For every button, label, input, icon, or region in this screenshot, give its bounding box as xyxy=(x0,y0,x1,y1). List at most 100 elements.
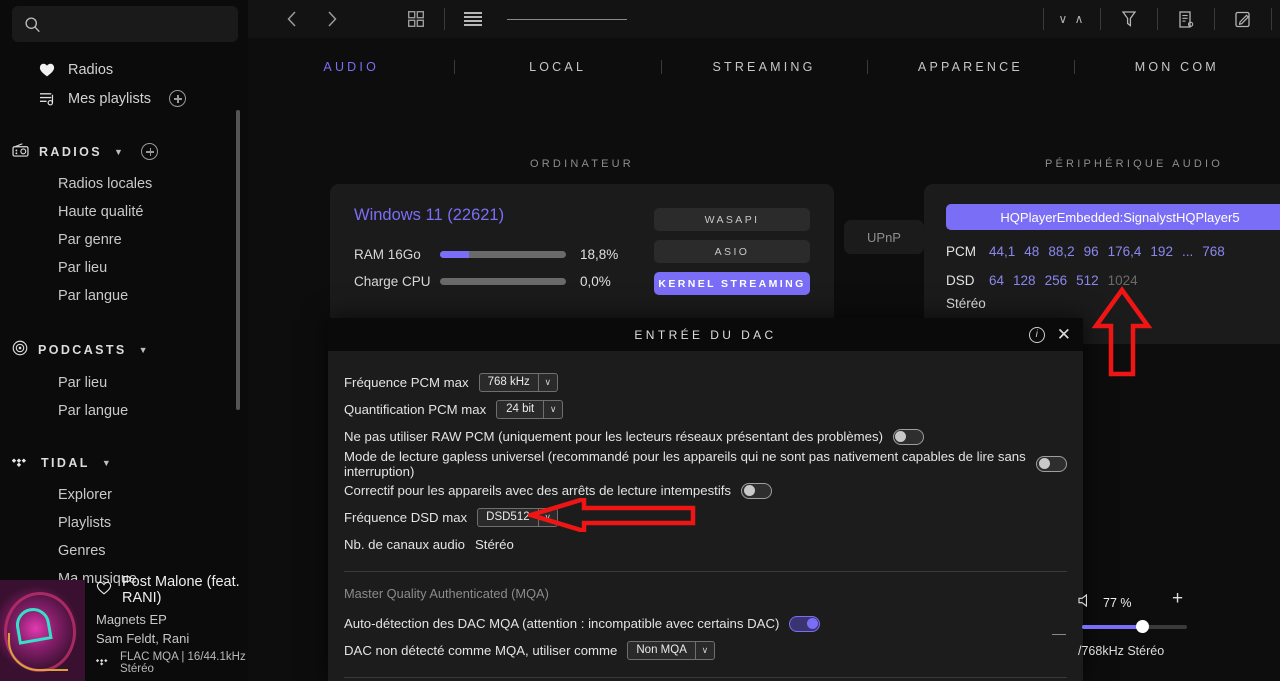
sidebar-section-radios[interactable]: RADIOS ▼ xyxy=(0,133,248,170)
sidebar-item-radios[interactable]: Radios xyxy=(0,56,248,84)
sidebar-item-label: Mes playlists xyxy=(68,90,151,107)
toolbar-divider xyxy=(444,8,445,30)
sidebar-section-podcasts[interactable]: PODCASTS ▼ xyxy=(0,330,248,369)
chevron-down-icon[interactable]: ▼ xyxy=(139,345,150,355)
sidebar-item-par-lieu[interactable]: Par lieu xyxy=(0,254,248,282)
progress-line[interactable] xyxy=(507,18,627,20)
sidebar-section-title: TIDAL xyxy=(41,456,90,470)
sidebar-item-playlists[interactable]: Playlists xyxy=(0,509,248,537)
select-quantification-pcm-max[interactable]: 24 bit ∨ xyxy=(496,400,564,419)
toggle-no-raw-pcm[interactable] xyxy=(892,428,924,445)
grid-view-icon[interactable] xyxy=(396,0,436,38)
forward-button[interactable] xyxy=(312,0,352,38)
speaker-icon[interactable] xyxy=(1078,593,1093,612)
volume-slider-knob[interactable] xyxy=(1136,620,1149,633)
tab-audio[interactable]: AUDIO xyxy=(248,60,454,74)
chevron-down-icon[interactable]: ▼ xyxy=(114,147,125,157)
row-label: Quantification PCM max xyxy=(344,402,487,417)
volume-slider[interactable] xyxy=(1082,625,1187,629)
tab-local[interactable]: LOCAL xyxy=(454,60,660,74)
track-title-row: Post Malone (feat. RANI) xyxy=(96,574,248,606)
sidebar-item-explorer[interactable]: Explorer xyxy=(0,481,248,509)
list-view-icon[interactable] xyxy=(453,0,493,38)
row-quantification-pcm-max: Quantification PCM max 24 bit ∨ xyxy=(344,396,1067,423)
sidebar-item-par-genre[interactable]: Par genre xyxy=(0,226,248,254)
toolbar-divider xyxy=(1271,8,1272,30)
queue-icon[interactable] xyxy=(1166,0,1206,38)
track-album: Magnets EP xyxy=(96,612,167,627)
row-label: Correctif pour les appareils avec des ar… xyxy=(344,483,732,498)
api-button-kernel-streaming[interactable]: KERNEL STREAMING xyxy=(654,272,810,295)
dsd-label: DSD xyxy=(946,273,975,288)
add-playlist-icon[interactable] xyxy=(169,90,186,107)
volume-dash xyxy=(1052,634,1066,635)
row-nb-canaux-audio: Nb. de canaux audio Stéréo xyxy=(344,531,1067,558)
tidal-icon xyxy=(95,656,112,670)
tab-streaming[interactable]: STREAMING xyxy=(660,60,867,74)
filter-icon[interactable] xyxy=(1109,0,1149,38)
info-icon[interactable]: i xyxy=(1028,326,1045,343)
pcm-rate: 48 xyxy=(1024,244,1040,259)
sidebar-item-par-langue[interactable]: Par langue xyxy=(0,282,248,310)
volume-top-row: 77 % xyxy=(1078,593,1132,612)
toggle-auto-detection-mqa[interactable] xyxy=(789,615,821,632)
toolbar: ∨ ∧ xyxy=(248,0,1280,38)
upnp-wrap: UPnP xyxy=(844,220,924,254)
pcm-rate: 192 xyxy=(1150,244,1173,259)
api-button-wasapi[interactable]: WASAPI xyxy=(654,208,810,231)
album-art[interactable] xyxy=(0,580,85,681)
api-button-asio[interactable]: ASIO xyxy=(654,240,810,263)
sidebar-item-mes-playlists[interactable]: Mes playlists xyxy=(0,84,248,113)
select-value: 24 bit xyxy=(506,403,535,415)
sidebar-item-haute-qualite[interactable]: Haute qualité xyxy=(0,198,248,226)
chevron-down-icon: ∨ xyxy=(537,374,557,391)
dialog-title: ENTRÉE DU DAC xyxy=(634,327,777,342)
audio-api-buttons: WASAPI ASIO KERNEL STREAMING xyxy=(654,206,810,302)
chevron-down-icon: ∨ xyxy=(537,509,557,526)
ram-label: RAM 16Go xyxy=(354,247,421,262)
mqa-section-label: Master Quality Authenticated (MQA) xyxy=(344,586,549,601)
sidebar-item-radios-locales[interactable]: Radios locales xyxy=(0,170,248,198)
sort-button[interactable]: ∨ ∧ xyxy=(1052,0,1092,38)
upnp-button[interactable]: UPnP xyxy=(844,220,924,254)
volume-increase-button[interactable]: + xyxy=(1172,588,1183,610)
computer-panel: ORDINATEUR Windows 11 (22621) RAM 16Go 1… xyxy=(330,158,834,324)
add-radio-icon[interactable] xyxy=(141,143,159,160)
heart-outline-icon[interactable] xyxy=(96,581,112,599)
chevron-down-icon[interactable]: ▼ xyxy=(102,458,113,468)
select-dac-non-detecte-mqa[interactable]: Non MQA ∨ xyxy=(627,641,715,660)
sidebar-item-podcast-par-langue[interactable]: Par langue xyxy=(0,397,248,425)
cpu-value: 0,0% xyxy=(580,274,611,289)
select-frequence-dsd-max[interactable]: DSD512 ∨ xyxy=(477,508,558,527)
sidebar-section-tidal[interactable]: TIDAL ▼ xyxy=(0,445,248,481)
back-button[interactable] xyxy=(272,0,312,38)
close-icon[interactable]: ✕ xyxy=(1057,326,1071,343)
sidebar-item-podcast-par-lieu[interactable]: Par lieu xyxy=(0,369,248,397)
radio-icon xyxy=(12,143,29,160)
dsd-rate: 128 xyxy=(1013,273,1036,288)
toggle-correctif-arrets[interactable] xyxy=(741,482,773,499)
player-bar: Post Malone (feat. RANI) Magnets EP Sam … xyxy=(0,574,248,681)
row-label: Nb. de canaux audio xyxy=(344,537,465,552)
row-label: Ne pas utiliser RAW PCM (uniquement pour… xyxy=(344,429,883,444)
chevron-down-icon: ∨ xyxy=(543,401,562,418)
row-label: Mode de lecture gapless universel (recom… xyxy=(344,448,1026,479)
dialog-header: ENTRÉE DU DAC i ✕ xyxy=(328,318,1083,351)
device-channels: Stéréo xyxy=(946,296,986,311)
dsd-rate: 64 xyxy=(989,273,1005,288)
search-input[interactable] xyxy=(12,6,238,42)
sidebar-item-label: Radios xyxy=(68,62,114,78)
edit-icon[interactable] xyxy=(1223,0,1263,38)
sidebar-section-podcasts-items: Par lieu Par langue xyxy=(0,369,248,425)
select-frequence-pcm-max[interactable]: 768 kHz ∨ xyxy=(478,373,558,392)
toggle-gapless-universel[interactable] xyxy=(1036,455,1067,472)
tab-apparence[interactable]: APPARENCE xyxy=(867,60,1073,74)
row-frequence-dsd-max: Fréquence DSD max DSD512 ∨ xyxy=(344,504,1067,531)
sidebar-item-genres[interactable]: Genres xyxy=(0,537,248,565)
sidebar-scrollbar[interactable] xyxy=(236,110,240,410)
os-name: Windows 11 (22621) xyxy=(354,206,505,224)
tab-mon-compte[interactable]: MON COM xyxy=(1073,60,1280,74)
device-name-pill[interactable]: HQPlayerEmbedded:SignalystHQPlayer5 xyxy=(946,204,1280,230)
row-label: Auto-détection des DAC MQA (attention : … xyxy=(344,616,780,631)
toolbar-divider xyxy=(1157,8,1158,30)
